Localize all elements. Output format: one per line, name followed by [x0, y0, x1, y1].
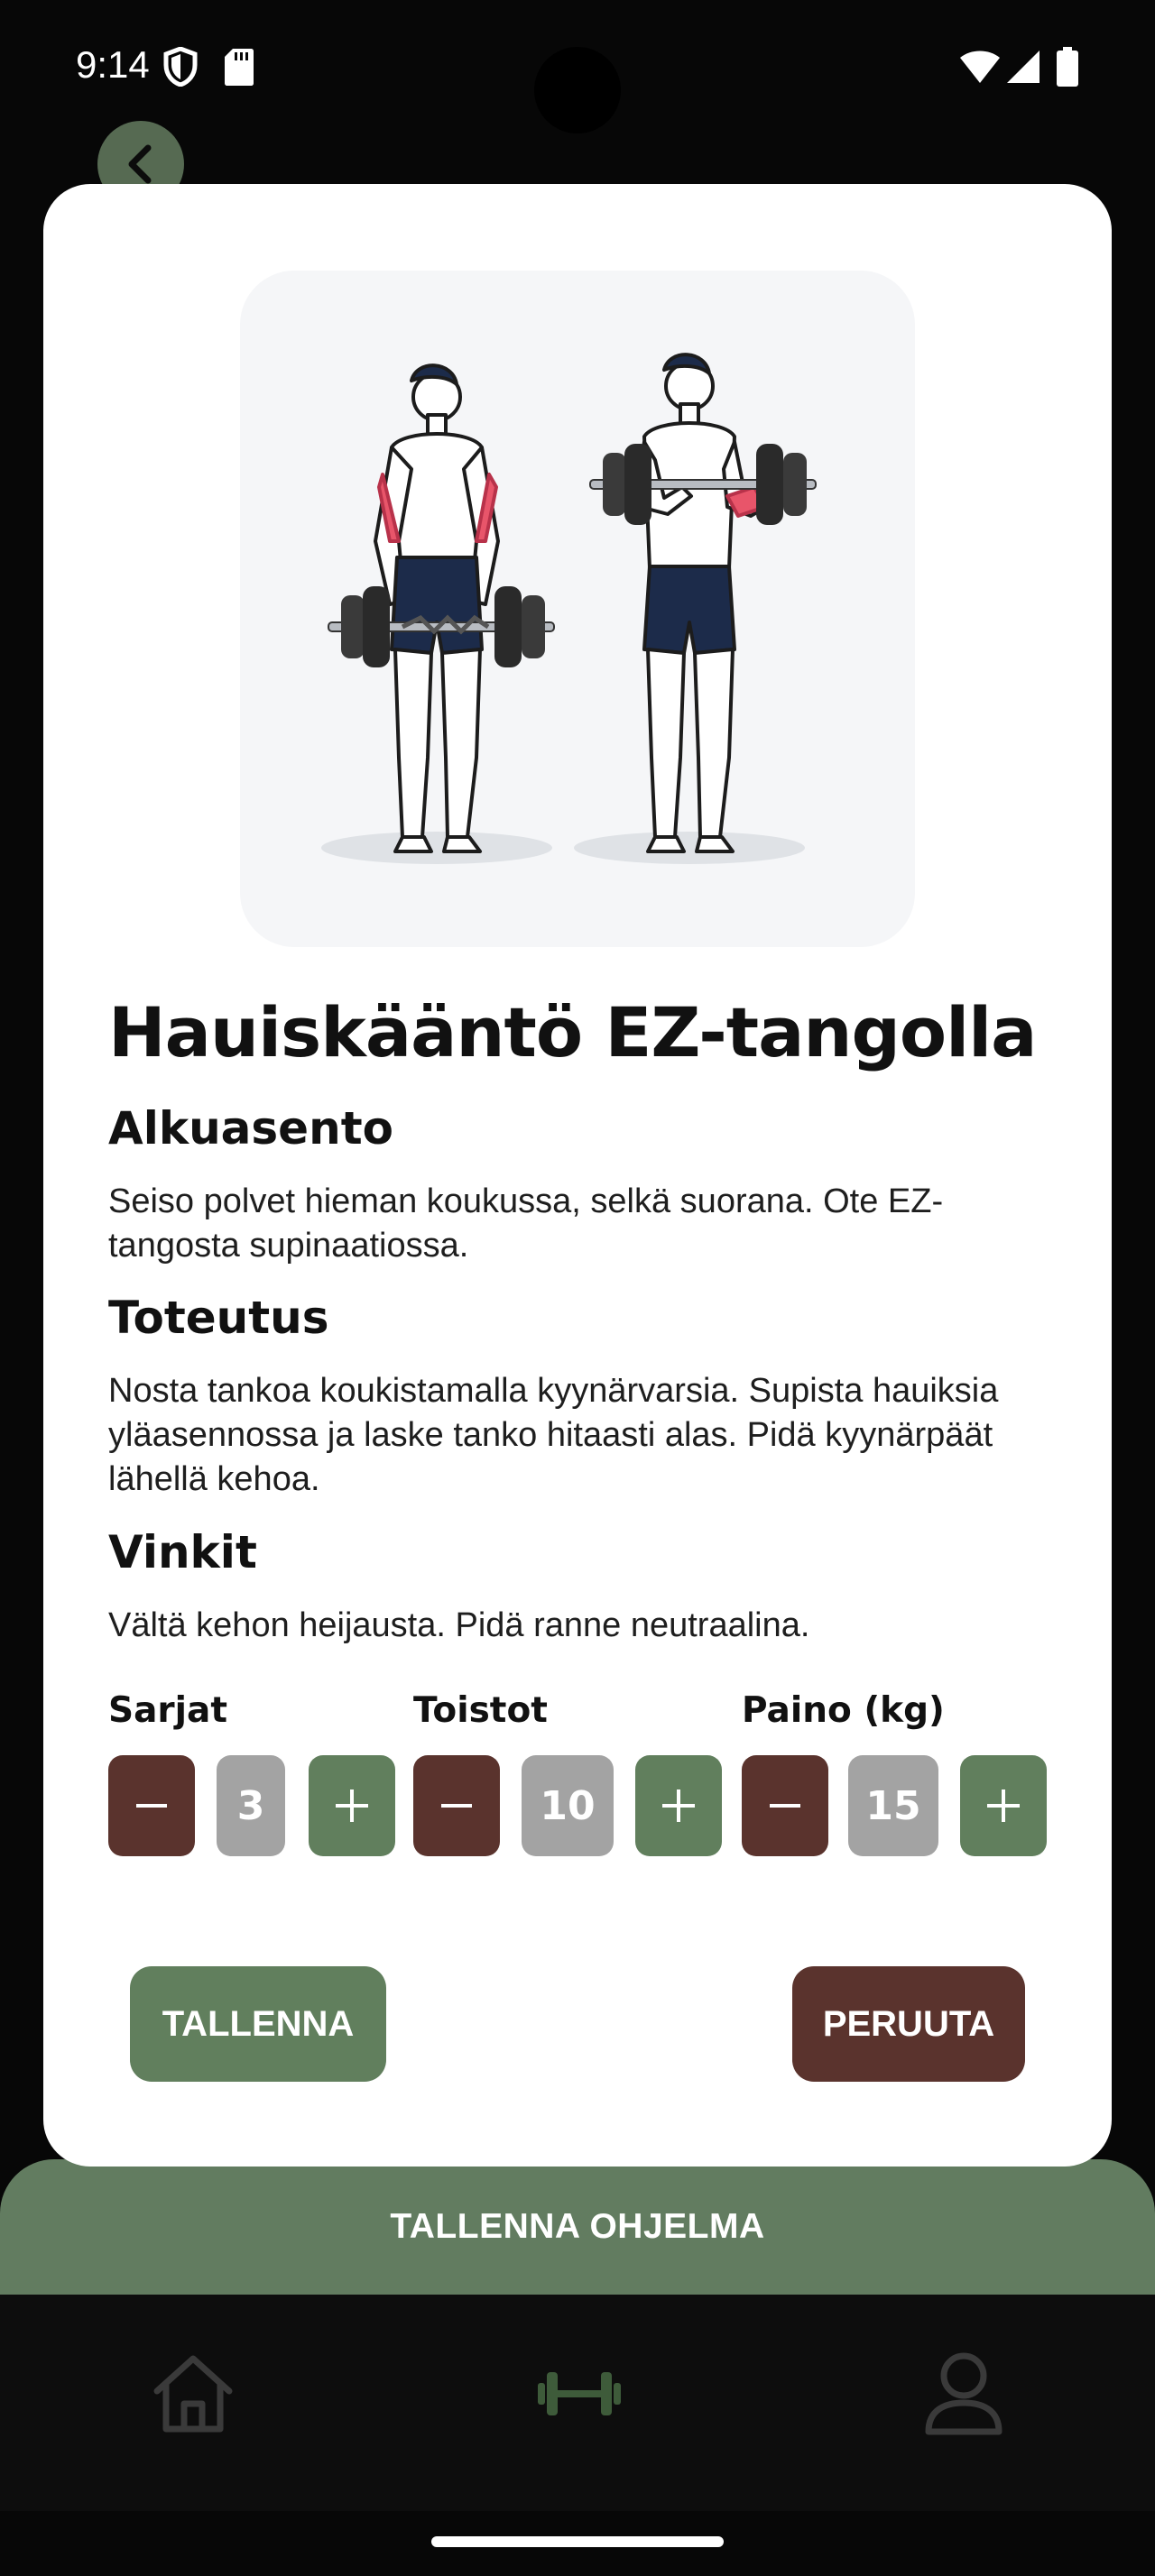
section-heading-tips: Vinkit — [108, 1526, 257, 1578]
plus-icon — [987, 1789, 1020, 1822]
section-text-execution: Nosta tankoa koukistamalla kyynärvarsia.… — [108, 1372, 999, 1498]
sets-value: 3 — [217, 1755, 285, 1856]
nav-profile[interactable] — [910, 2340, 1018, 2448]
sd-card-icon — [225, 49, 254, 86]
exercise-illustration — [240, 271, 915, 947]
bottom-navigation — [0, 2295, 1155, 2511]
battery-icon — [1057, 47, 1078, 87]
save-program-button[interactable]: TALLENNA OHJELMA — [0, 2159, 1155, 2295]
sets-label: Sarjat — [108, 1690, 227, 1731]
exercise-title: Hauiskääntö EZ-tangolla — [108, 992, 1037, 1072]
weight-value: 15 — [848, 1755, 938, 1856]
nav-workouts[interactable] — [525, 2340, 633, 2448]
sets-increment-button[interactable] — [309, 1755, 395, 1856]
profile-icon — [925, 2352, 1003, 2435]
plus-icon — [662, 1789, 695, 1822]
chevron-left-icon — [128, 144, 152, 184]
section-heading-execution: Toteutus — [108, 1292, 329, 1344]
weight-increment-button[interactable] — [960, 1755, 1047, 1856]
section-text-start-position: Seiso polvet hieman koukussa, selkä suor… — [108, 1182, 944, 1265]
shield-icon — [163, 47, 198, 87]
minus-icon — [441, 1804, 472, 1808]
gesture-bar[interactable] — [431, 2536, 724, 2547]
section-text-tips: Vältä kehon heijausta. Pidä ranne neutra… — [108, 1606, 810, 1644]
reps-increment-button[interactable] — [635, 1755, 722, 1856]
sets-decrement-button[interactable] — [108, 1755, 195, 1856]
section-heading-start-position: Alkuasento — [108, 1102, 393, 1155]
home-icon — [153, 2355, 233, 2433]
plus-icon — [336, 1789, 368, 1822]
minus-icon — [770, 1804, 800, 1808]
camera-cutout — [534, 47, 621, 133]
biceps-curl-illustration — [321, 353, 817, 864]
reps-decrement-button[interactable] — [413, 1755, 500, 1856]
status-time: 9:14 — [76, 43, 150, 86]
reps-value: 10 — [522, 1755, 614, 1856]
dumbbell-icon — [538, 2372, 621, 2415]
weight-label: Paino (kg) — [742, 1690, 945, 1731]
wifi-icon — [960, 51, 1000, 83]
signal-icon — [1007, 51, 1040, 83]
reps-label: Toistot — [413, 1690, 548, 1731]
exercise-modal: Hauiskääntö EZ-tangolla Alkuasento Seiso… — [43, 184, 1112, 2167]
app-screen: 9:14 TALLENNA OHJELMA Hauiskääntö EZ-tan… — [0, 0, 1155, 2576]
status-bar: 9:14 — [0, 0, 1155, 135]
weight-decrement-button[interactable] — [742, 1755, 828, 1856]
cancel-button[interactable]: PERUUTA — [792, 1966, 1025, 2082]
save-button[interactable]: TALLENNA — [130, 1966, 386, 2082]
minus-icon — [136, 1804, 167, 1808]
nav-home[interactable] — [139, 2340, 247, 2448]
save-program-label: TALLENNA OHJELMA — [390, 2207, 765, 2246]
